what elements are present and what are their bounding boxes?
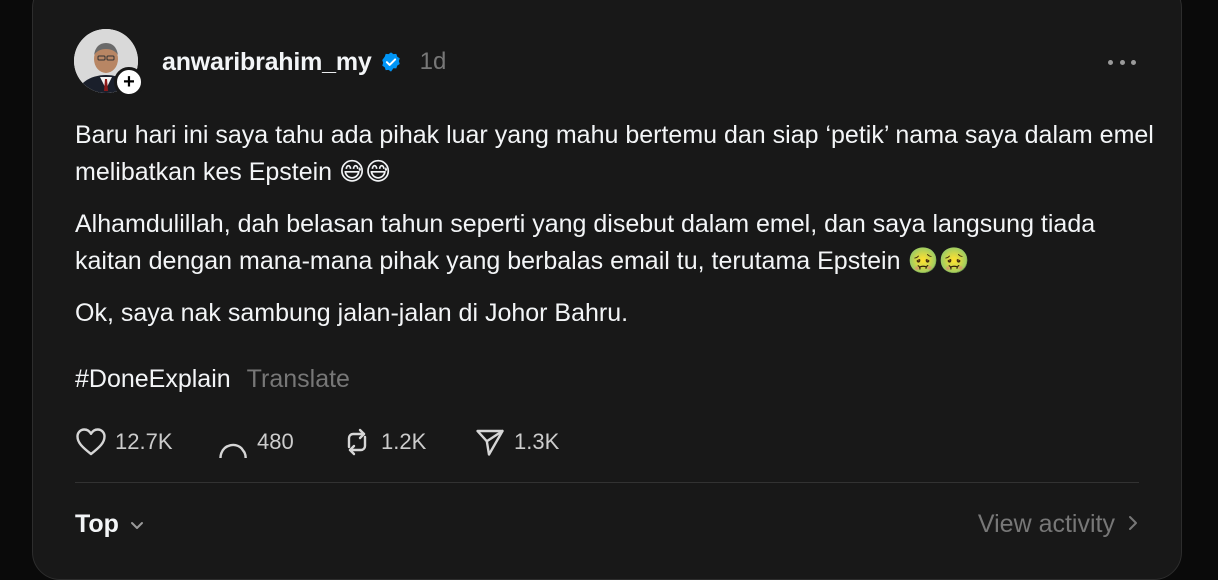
- chevron-down-icon: [129, 510, 145, 539]
- replies-header: Top View activity: [75, 510, 1139, 539]
- reply-count: 480: [257, 429, 294, 454]
- view-activity-label: View activity: [977, 510, 1115, 538]
- share-count: 1.3K: [514, 429, 560, 454]
- sort-label: Top: [75, 510, 119, 538]
- divider: [75, 482, 1139, 483]
- post-header: anwaribrahim_my 1d: [162, 44, 446, 80]
- repost-icon: [341, 426, 373, 458]
- translate-link[interactable]: Translate: [247, 361, 350, 397]
- comment-icon: [217, 426, 249, 458]
- heart-icon: [75, 427, 107, 457]
- post-text: Baru hari ini saya tahu ada pihak luar y…: [75, 117, 1155, 332]
- view-activity-link[interactable]: View activity: [978, 510, 1139, 539]
- more-options-icon[interactable]: [1108, 52, 1136, 72]
- avatar-container[interactable]: +: [74, 29, 144, 97]
- repost-count: 1.2K: [381, 429, 427, 454]
- follow-plus-icon[interactable]: +: [114, 67, 144, 97]
- tag-row: #DoneExplain Translate: [75, 361, 350, 397]
- verified-badge-icon: [380, 51, 402, 73]
- hashtag-link[interactable]: #DoneExplain: [75, 361, 231, 397]
- post-paragraph-2: Alhamdulillah, dah belasan tahun seperti…: [75, 210, 1096, 275]
- post-timestamp: 1d: [419, 48, 447, 75]
- chevron-right-icon: [1127, 510, 1139, 539]
- post-paragraph-1: Baru hari ini saya tahu ada pihak luar y…: [75, 121, 1154, 186]
- like-count: 12.7K: [115, 429, 173, 454]
- reply-button[interactable]: 480: [217, 426, 341, 458]
- post-paragraph-3: Ok, saya nak sambung jalan-jalan di Joho…: [75, 299, 629, 327]
- sort-dropdown[interactable]: Top: [75, 510, 145, 539]
- send-icon: [474, 426, 506, 458]
- username[interactable]: anwaribrahim_my: [162, 48, 372, 77]
- action-bar: 12.7K 480 1.2K 1.3K: [75, 424, 559, 460]
- repost-button[interactable]: 1.2K: [341, 426, 474, 458]
- like-button[interactable]: 12.7K: [75, 427, 217, 457]
- share-button[interactable]: 1.3K: [474, 426, 559, 458]
